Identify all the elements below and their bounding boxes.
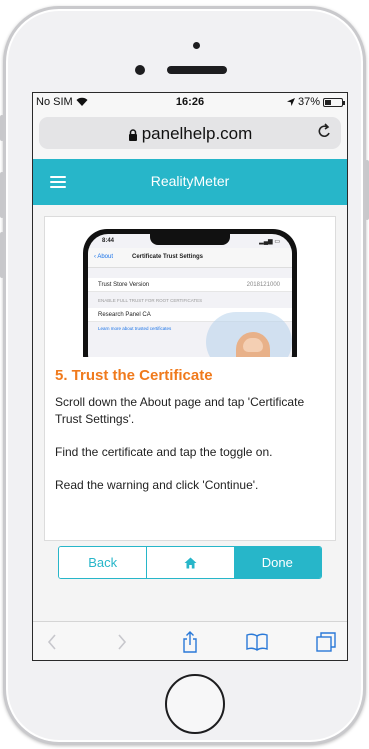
address-domain: panelhelp.com bbox=[141, 124, 253, 143]
illustration-notch bbox=[150, 234, 230, 245]
earpiece-speaker bbox=[167, 66, 227, 74]
illustration-row-trust-store: Trust Store Version 2018121000 bbox=[88, 278, 292, 292]
illustration-status-icons: ▂▄▆ ▭ bbox=[259, 239, 280, 245]
front-camera bbox=[135, 65, 145, 75]
step-navigation: Back Done bbox=[58, 546, 322, 579]
location-icon bbox=[286, 98, 295, 106]
illustration-back-group: ‹ About bbox=[94, 254, 114, 260]
app-title: RealityMeter bbox=[150, 173, 230, 189]
illustration-row-value: 2018121000 bbox=[246, 282, 280, 288]
battery-icon bbox=[323, 97, 345, 107]
step-paragraph-2: Find the certificate and tap the toggle … bbox=[55, 445, 273, 459]
illustration-nav-title: Certificate Trust Settings bbox=[132, 254, 204, 260]
lock-icon bbox=[128, 128, 137, 141]
forward-arrow-button[interactable] bbox=[111, 631, 133, 653]
illustration-phone: 8:44 ▂▄▆ ▭ ‹ About Certificate Trust Set… bbox=[83, 229, 297, 357]
app-header: RealityMeter bbox=[33, 159, 347, 205]
phone-screen: No SIM 16:26 37% panelhelp.com RealityMe… bbox=[32, 92, 348, 661]
status-right: 37% bbox=[286, 96, 345, 108]
bookmarks-button[interactable] bbox=[246, 631, 268, 653]
mute-switch bbox=[0, 115, 4, 141]
home-icon bbox=[184, 557, 197, 568]
tabs-icon bbox=[316, 632, 336, 652]
step-title: 5. Trust the Certificate bbox=[55, 367, 213, 384]
illustration-learn-more-link: Learn more about trusted certificates bbox=[98, 326, 172, 331]
volume-up-button bbox=[0, 172, 4, 218]
illustration-time: 8:44 bbox=[102, 238, 115, 244]
illustration-back-label: About bbox=[97, 254, 114, 260]
address-bar[interactable]: panelhelp.com bbox=[39, 117, 341, 149]
page-content: 8:44 ▂▄▆ ▭ ‹ About Certificate Trust Set… bbox=[33, 205, 347, 585]
back-arrow-icon bbox=[47, 634, 56, 650]
illustration-row-label: Research Panel CA bbox=[98, 312, 151, 318]
status-bar: No SIM 16:26 37% bbox=[33, 93, 347, 112]
browser-toolbar bbox=[33, 621, 347, 660]
reload-icon bbox=[318, 123, 330, 137]
share-icon bbox=[183, 631, 197, 653]
forward-arrow-icon bbox=[118, 634, 127, 650]
step-paragraph-1: Scroll down the About page and tap 'Cert… bbox=[55, 395, 305, 426]
home-nav-button[interactable] bbox=[147, 547, 234, 578]
browser-chrome: panelhelp.com bbox=[33, 112, 347, 159]
done-button[interactable]: Done bbox=[233, 547, 321, 578]
back-arrow-button[interactable] bbox=[41, 631, 63, 653]
reload-button[interactable] bbox=[318, 123, 332, 144]
power-button bbox=[365, 160, 369, 220]
instruction-illustration: 8:44 ▂▄▆ ▭ ‹ About Certificate Trust Set… bbox=[45, 217, 335, 357]
illustration-nav-bar: ‹ About Certificate Trust Settings bbox=[88, 248, 292, 268]
bookmarks-icon bbox=[246, 633, 268, 651]
battery-percent: 37% bbox=[297, 96, 320, 108]
proximity-sensor bbox=[193, 42, 200, 49]
home-button[interactable] bbox=[165, 674, 225, 734]
address-domain-group: panelhelp.com bbox=[39, 124, 341, 144]
back-button[interactable]: Back bbox=[59, 547, 148, 578]
step-paragraph-3: Read the warning and click 'Continue'. bbox=[55, 478, 259, 492]
illustration-screen: 8:44 ▂▄▆ ▭ ‹ About Certificate Trust Set… bbox=[88, 234, 292, 357]
illustration-section-header: ENABLE FULL TRUST FOR ROOT CERTIFICATES bbox=[98, 298, 203, 303]
illustration-row-label: Trust Store Version bbox=[98, 282, 150, 288]
tabs-button[interactable] bbox=[315, 631, 337, 653]
illustration-fingernail bbox=[243, 338, 263, 352]
instruction-card: 8:44 ▂▄▆ ▭ ‹ About Certificate Trust Set… bbox=[44, 216, 336, 541]
volume-down-button bbox=[0, 232, 4, 278]
share-button[interactable] bbox=[179, 631, 201, 653]
